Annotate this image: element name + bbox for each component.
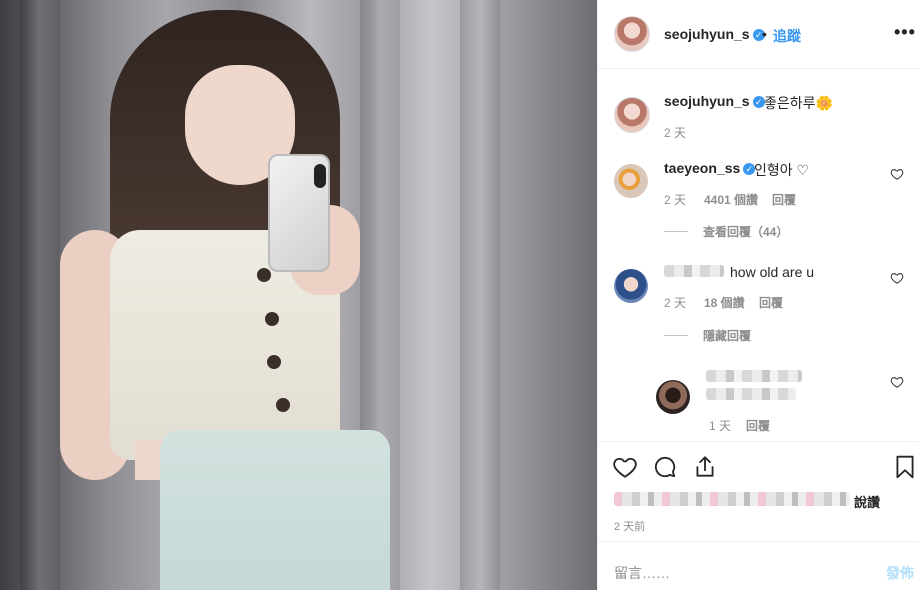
hide-replies-button[interactable]: 隱藏回覆 [703,327,751,344]
likes-suffix[interactable]: 說讚 [854,492,880,511]
comment-icon[interactable] [652,454,678,480]
separator-dot: • [762,26,767,42]
divider-line [664,335,688,336]
photo-subject-phone [268,154,330,272]
caption-text: 좋은하루🌼 [764,95,833,111]
post-button[interactable]: 發佈 [886,563,914,583]
heart-icon[interactable] [612,454,638,480]
comment-time[interactable]: 2 天 [664,294,686,311]
photo-detail [276,398,290,412]
blurred-reply-line [706,370,802,382]
comment-avatar[interactable] [614,269,648,303]
author-username-text[interactable]: seojuhyun_s [664,26,750,42]
caption-time[interactable]: 2 天 [664,124,686,141]
heart-icon[interactable] [890,375,904,389]
divider-line [664,231,688,232]
comment-time[interactable]: 2 天 [664,191,686,208]
post-photo[interactable] [0,0,597,590]
reply-avatar[interactable] [656,380,690,414]
curtain-fold [20,0,60,590]
verified-icon: ✓ [752,96,765,109]
view-replies-button[interactable]: 查看回覆（44） [703,223,788,240]
caption-username-text[interactable]: seojuhyun_s [664,93,750,109]
author-username[interactable]: seojuhyun_s ✓ [664,26,765,42]
phone-camera [314,164,326,188]
comment-username-text[interactable]: taeyeon_ss [664,160,740,176]
comment-username[interactable]: taeyeon_ss ✓ [664,160,756,176]
caption-username[interactable]: seojuhyun_s ✓ [664,93,765,109]
comment-text: 인형아 ♡ [754,162,810,178]
reply-button[interactable]: 回覆 [772,191,796,208]
post-header: seojuhyun_s ✓ • 追蹤 ••• [598,0,919,69]
post-sidebar: seojuhyun_s ✓ • 追蹤 ••• seojuhyun_s ✓ 좋은하루🌼… [597,0,919,590]
photo-detail [267,355,281,369]
share-icon[interactable] [692,454,718,480]
heart-icon[interactable] [890,167,904,181]
blurred-reply-line [706,388,796,400]
comment-avatar[interactable] [614,164,648,198]
comment-input[interactable]: 留言…… [614,563,670,583]
post-time[interactable]: 2 天前 [614,518,645,534]
author-avatar[interactable] [614,16,650,52]
reply-button[interactable]: 回覆 [759,294,783,311]
photo-detail [265,312,279,326]
comment-likes[interactable]: 18 個讚 [704,294,745,311]
curtain-fold [460,0,500,590]
comment-likes[interactable]: 4401 個讚 [704,191,758,208]
blurred-likers[interactable] [614,492,850,506]
post-actions: 說讚 2 天前 [598,441,919,541]
comment-bar: 留言…… 發佈 [598,541,919,590]
reply-button[interactable]: 回覆 [746,417,770,434]
reply-time[interactable]: 1 天 [709,417,731,434]
bookmark-icon[interactable] [892,454,918,480]
photo-subject-jeans [160,430,390,590]
comment-text: how old are u [730,264,815,280]
blurred-username[interactable] [664,265,724,277]
follow-button[interactable]: 追蹤 [773,26,801,46]
photo-detail [257,268,271,282]
caption-avatar[interactable] [614,97,650,133]
more-icon[interactable]: ••• [894,22,916,43]
heart-icon[interactable] [890,271,904,285]
